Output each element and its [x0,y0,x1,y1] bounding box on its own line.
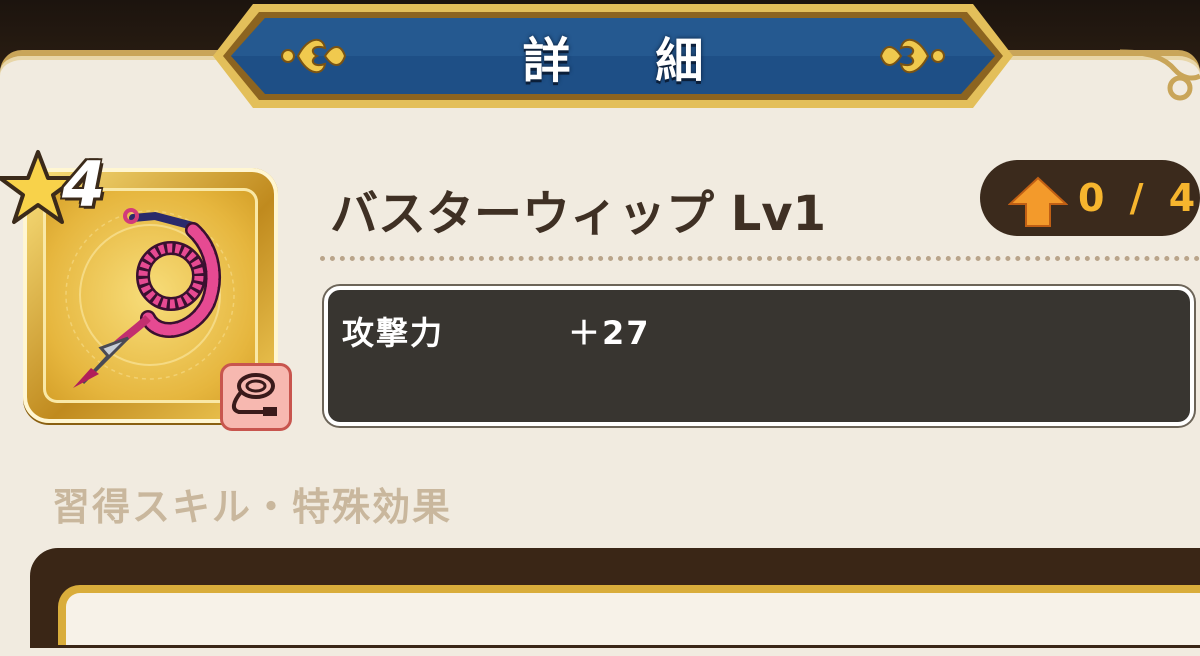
skills-section-title: 習得スキル・特殊効果 [52,485,453,529]
stat-value: ＋27 [568,314,651,352]
whip-type-icon [232,373,277,416]
upgrade-count: 0 / 4 [1078,176,1200,220]
skills-panel-content [58,585,1200,645]
stat-label: 攻撃力 [342,314,445,352]
stats-box [324,286,1194,426]
divider [320,256,1200,261]
rarity-number: 4 [62,148,106,221]
page-title: 詳 細 [522,33,738,89]
up-arrow-icon [1008,176,1068,227]
rarity-indicator: 4 [0,148,130,228]
item-name: バスターウィップ Lv1 [330,186,826,242]
weapon-type-badge [220,363,292,431]
title-plate: 詳 細 [213,0,1013,112]
corner-ornament [1119,40,1200,110]
